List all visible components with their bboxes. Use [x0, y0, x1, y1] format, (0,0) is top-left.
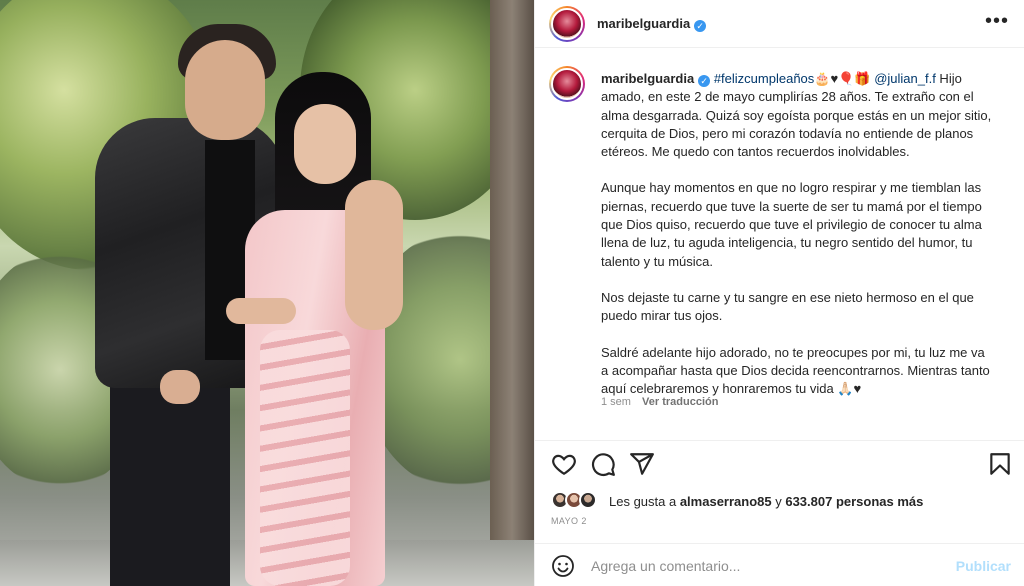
likes-count[interactable]: 633.807 personas más	[785, 494, 923, 509]
translate-link[interactable]: Ver traducción	[642, 396, 718, 408]
post-caption: maribelguardia ✓ #felizcumpleaños🎂♥🎈🎁 @ju…	[601, 70, 995, 416]
smiley-icon[interactable]	[551, 554, 575, 578]
post-photo[interactable]	[0, 0, 534, 586]
likes-text: Les gusta a almaserrano85 y 633.807 pers…	[609, 494, 924, 509]
caption-paragraph: Aunque hay momentos en que no logro resp…	[601, 180, 982, 269]
caption-paragraph: Saldré adelante hijo adorado, no te preo…	[601, 344, 990, 397]
caption-emojis: 🎂♥🎈🎁	[814, 71, 871, 86]
comment-composer: Publicar	[535, 543, 1024, 586]
bookmark-icon[interactable]	[987, 451, 1013, 477]
heart-icon[interactable]	[551, 451, 577, 477]
avatar[interactable]	[549, 66, 585, 102]
caption-paragraph: maribelguardia ✓ #felizcumpleaños🎂♥🎈🎁 @ju…	[601, 70, 995, 161]
time-ago[interactable]: 1 sem	[601, 396, 631, 408]
avatar[interactable]	[549, 6, 585, 42]
comment-icon[interactable]	[590, 451, 616, 477]
liker-avatar[interactable]	[579, 491, 597, 509]
action-bar	[535, 440, 1024, 486]
comment-input[interactable]	[591, 552, 931, 580]
more-options-icon[interactable]: •••	[985, 10, 1009, 33]
caption-username[interactable]: maribelguardia	[601, 71, 694, 86]
mention-link[interactable]: @julian_f.f	[874, 71, 936, 86]
woman-face	[294, 104, 356, 184]
woman-hand	[226, 298, 296, 324]
tree-trunk	[490, 0, 534, 586]
post-username[interactable]: maribelguardia	[597, 16, 690, 31]
woman-arm	[345, 180, 403, 330]
verified-badge-icon: ✓	[694, 20, 707, 32]
post-header: maribelguardia ✓ •••	[535, 0, 1024, 48]
likes-row: Les gusta a almaserrano85 y 633.807 pers…	[551, 490, 1011, 512]
hashtag-link[interactable]: #felizcumpleaños	[714, 71, 814, 86]
caption-paragraph: Nos dejaste tu carne y tu sangre en ese …	[601, 289, 974, 324]
post-date[interactable]: MAYO 2	[551, 516, 587, 526]
caption-meta: 1 sem Ver traducción	[601, 396, 718, 408]
post-side-panel: maribelguardia ✓ ••• maribelguardia ✓ #fel…	[534, 0, 1024, 586]
share-icon[interactable]	[629, 451, 655, 477]
dress-ruffle	[260, 330, 350, 586]
comments-area: maribelguardia ✓ #felizcumpleaños🎂♥🎈🎁 @ju…	[535, 48, 1024, 440]
publish-button[interactable]: Publicar	[956, 558, 1011, 574]
liker-username[interactable]: almaserrano85	[680, 494, 772, 509]
man-head	[185, 40, 265, 140]
verified-badge-icon: ✓	[698, 75, 711, 87]
man-hand	[160, 370, 200, 404]
